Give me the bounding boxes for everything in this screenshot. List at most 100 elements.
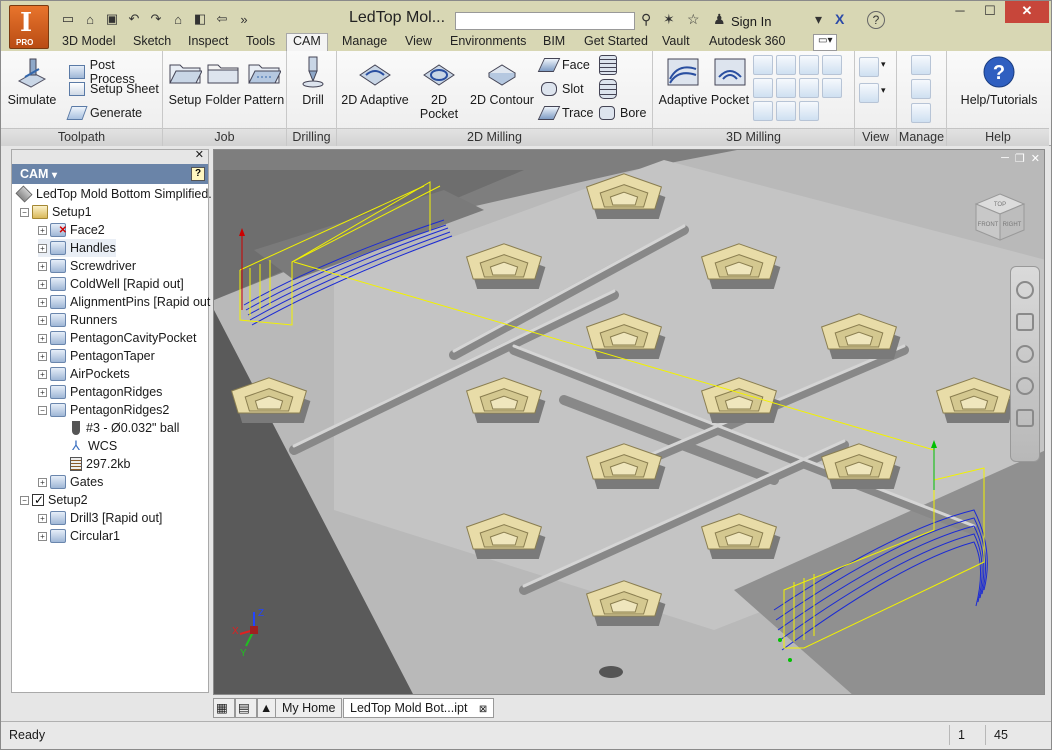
tab-menu-icon[interactable]: ▲ [257, 698, 277, 718]
2d-contour-button[interactable]: 2D Contour [469, 55, 535, 107]
tree-item[interactable]: − Setup2 [20, 491, 88, 509]
collapse-icon[interactable]: − [20, 495, 29, 505]
redo-icon[interactable]: ↷ [145, 11, 167, 27]
morphed-spiral-icon[interactable] [753, 101, 773, 121]
display-dropdown-icon[interactable]: ▾ [881, 85, 886, 96]
tree-item[interactable]: + ColdWell [Rapid out] [38, 275, 184, 293]
display-toggle-icon[interactable] [859, 83, 879, 103]
expand-icon[interactable]: + [38, 297, 47, 307]
expand-icon[interactable]: + [38, 261, 47, 271]
viewport-restore-icon[interactable]: ❐ [1015, 152, 1025, 165]
return-icon[interactable]: ⇦ [211, 11, 233, 27]
new-icon[interactable]: ▭ [57, 11, 79, 27]
viewcube[interactable]: TOP FRONT RIGHT [974, 192, 1026, 242]
tree-root[interactable]: LedTop Mold Bottom Simplified. [15, 185, 212, 203]
tab-cam[interactable]: CAM [286, 33, 328, 52]
3d-adaptive-button[interactable]: Adaptive [657, 55, 709, 107]
orbit-icon[interactable] [1016, 377, 1034, 395]
cam-browser-bar[interactable]: CAM ▾ ? [12, 164, 208, 184]
3d-pocket-button[interactable]: Pocket [709, 55, 751, 107]
tree-item[interactable]: + AirPockets [38, 365, 130, 383]
appearance-icon[interactable]: ◧ [189, 11, 211, 27]
setup-sheet-button[interactable]: Setup Sheet [69, 82, 159, 96]
tree-item[interactable]: #3 - Ø0.032" ball [56, 419, 179, 437]
look-at-icon[interactable] [1016, 409, 1034, 427]
expand-icon[interactable]: + [38, 279, 47, 289]
tree-item[interactable]: + Handles [38, 239, 116, 257]
ramp-icon[interactable] [799, 55, 819, 75]
pattern-button[interactable]: Pattern [243, 55, 285, 107]
binoculars-icon[interactable]: ⚲ [641, 11, 651, 28]
tree-item[interactable]: + Gates [38, 473, 103, 491]
template-icon[interactable] [911, 103, 931, 123]
home-icon[interactable]: ⌂ [167, 12, 189, 27]
spiral-icon[interactable] [799, 78, 819, 98]
tree-item[interactable]: + Screwdriver [38, 257, 136, 275]
tool-library-icon[interactable] [911, 55, 931, 75]
tab-get-started[interactable]: Get Started [584, 34, 648, 51]
expand-icon[interactable]: + [38, 531, 47, 541]
signin-dropdown-icon[interactable]: ▾ [815, 11, 822, 28]
browser-dropdown-icon[interactable]: ▾ [52, 170, 57, 181]
viewport-close-icon[interactable]: ✕ [1031, 152, 1040, 165]
tree-item[interactable]: + Circular1 [38, 527, 120, 545]
collapse-icon[interactable]: − [38, 405, 47, 415]
tree-item[interactable]: + PentagonTaper [38, 347, 155, 365]
subscription-icon[interactable]: ✶ [663, 11, 675, 28]
setup-button[interactable]: Setup [167, 55, 203, 107]
tree-item[interactable]: + PentagonRidges [38, 383, 162, 401]
undo-icon[interactable]: ↶ [123, 11, 145, 27]
morph-icon[interactable] [799, 101, 819, 121]
expand-icon[interactable]: + [38, 369, 47, 379]
tab-3d-model[interactable]: 3D Model [62, 34, 116, 51]
pan-hand-icon[interactable] [1016, 313, 1034, 331]
slot-button[interactable]: Slot [541, 82, 584, 96]
sign-in-link[interactable]: Sign In [731, 14, 771, 29]
folder-button[interactable]: Folder [205, 55, 241, 107]
circular-button[interactable] [599, 79, 622, 99]
trace-button[interactable]: Trace [537, 106, 594, 120]
exchange-apps-icon[interactable]: X [835, 11, 844, 27]
viewport-minimize-icon[interactable]: ─ [1001, 152, 1009, 165]
expand-icon[interactable]: + [38, 387, 47, 397]
tree-item[interactable]: ⅄ WCS [56, 437, 117, 455]
tab-my-home[interactable]: My Home [275, 698, 343, 718]
tree-item[interactable]: 297.2kb [56, 455, 130, 473]
drill-button[interactable]: Drill [293, 55, 333, 107]
tab-close-icon[interactable]: ⊠ [479, 704, 487, 715]
horizontal-icon[interactable] [753, 78, 773, 98]
graphics-viewport[interactable]: Z X Y ─ ❐ ✕ TOP FRONT RIGHT [213, 149, 1045, 695]
expand-icon[interactable]: + [38, 333, 47, 343]
view-cube-toggle-icon[interactable] [859, 57, 879, 77]
expand-icon[interactable]: + [38, 477, 47, 487]
bore-button[interactable]: Bore [599, 106, 646, 120]
maximize-button[interactable]: ☐ [975, 1, 1005, 23]
scallop-icon[interactable] [776, 78, 796, 98]
thread-button[interactable] [599, 55, 622, 75]
save-icon[interactable]: ▣ [101, 11, 123, 27]
open-icon[interactable]: ⌂ [79, 12, 101, 27]
search-input[interactable] [455, 12, 635, 30]
2d-pocket-button[interactable]: 2D Pocket [411, 55, 467, 121]
tab-sketch[interactable]: Sketch [133, 34, 171, 51]
face-button[interactable]: Face [537, 58, 590, 72]
application-menu-button[interactable]: I PRO [9, 5, 49, 49]
steering-wheel-icon[interactable] [1016, 281, 1034, 299]
tab-view[interactable]: View [405, 34, 432, 51]
tree-item[interactable]: − PentagonRidges2 [38, 401, 169, 419]
tab-tools[interactable]: Tools [246, 34, 275, 51]
tab-autodesk-360[interactable]: Autodesk 360 [709, 34, 785, 51]
contour-icon[interactable] [776, 55, 796, 75]
tree-item[interactable]: + Runners [38, 311, 117, 329]
tab-environments[interactable]: Environments [450, 34, 526, 51]
tile-windows-icon[interactable]: ▦ [213, 698, 235, 718]
pencil-icon[interactable] [822, 55, 842, 75]
expand-icon[interactable]: + [38, 243, 47, 253]
expand-icon[interactable]: + [38, 351, 47, 361]
favorites-star-icon[interactable]: ☆ [687, 11, 700, 28]
tree-item[interactable]: + Drill3 [Rapid out] [38, 509, 162, 527]
help-icon[interactable]: ? [867, 11, 885, 29]
minimize-button[interactable]: ─ [945, 1, 975, 23]
radial-icon[interactable] [822, 78, 842, 98]
zoom-icon[interactable] [1016, 345, 1034, 363]
